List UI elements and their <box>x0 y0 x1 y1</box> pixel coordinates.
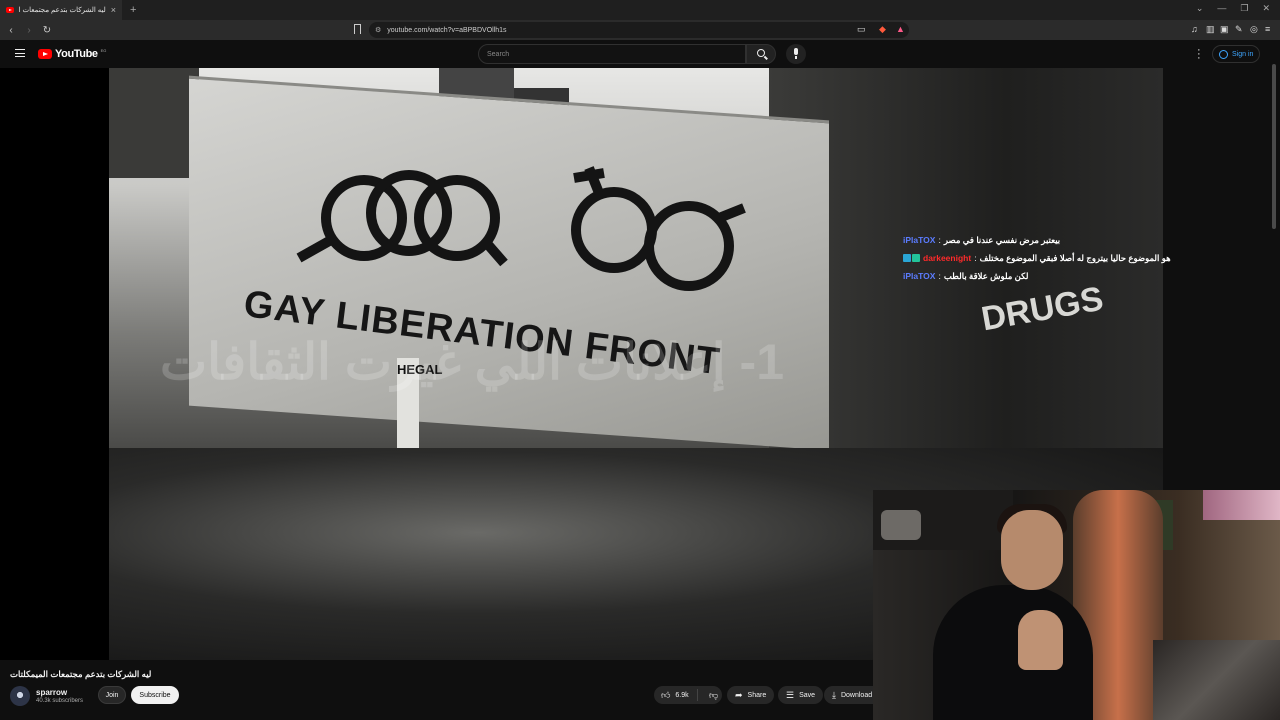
chat-overlay: iPlaTOX: بيعتبر مرض نفسي عندنا في مصر dark… <box>903 231 1273 285</box>
download-label: Download <box>840 691 873 699</box>
chat-text: هو الموضوع حاليا بيتروج له أصلا فبقي الم… <box>979 253 1171 263</box>
search-icon <box>757 49 765 57</box>
join-button[interactable]: Join <box>98 686 126 704</box>
user-icon <box>1219 49 1228 59</box>
chat-message: darkeenight: هو الموضوع حاليا بيتروج له أ… <box>903 249 1273 267</box>
voice-search-mic-icon[interactable] <box>786 44 806 64</box>
site-settings-icon[interactable]: ⚙ <box>375 26 381 34</box>
like-button[interactable]: 👍︎ 6.9k <box>654 689 698 701</box>
maximize-button[interactable]: ❐ <box>1240 3 1248 14</box>
chat-badges <box>903 254 920 262</box>
sign-in-label: Sign in <box>1232 50 1254 58</box>
hamburger-menu-icon[interactable] <box>15 49 25 57</box>
search-button[interactable] <box>746 44 776 64</box>
thumbs-up-icon: 👍︎ <box>661 689 671 700</box>
like-count: 6.9k <box>675 691 689 699</box>
subscribe-button[interactable]: Subscribe <box>131 686 179 704</box>
more-options-icon[interactable]: · · · <box>1197 45 1201 64</box>
menu-icon[interactable]: ≡ <box>1265 24 1270 34</box>
youtube-header: YouTube EG Search · · · Sign in <box>0 40 1280 68</box>
tab-list-icon[interactable]: ⌄ <box>1196 3 1204 14</box>
webcam-overlay <box>873 490 1280 720</box>
scrollbar-thumb[interactable] <box>1272 64 1276 229</box>
chat-separator: : <box>974 253 977 263</box>
browser-toolbar: ‹ › ↻ ⚙ youtube.com/watch?v=aBPBDVOllh1s… <box>0 20 1280 40</box>
chat-separator: : <box>938 235 941 245</box>
rewards-icon[interactable]: ▲ <box>896 24 905 34</box>
youtube-favicon-icon <box>6 7 14 13</box>
new-tab-button[interactable]: + <box>130 4 136 16</box>
streamer <box>933 585 1093 720</box>
vpn-icon[interactable]: ◎ <box>1250 24 1258 35</box>
dislike-button[interactable]: 👎︎ <box>703 690 718 701</box>
video-watermark: 1- إعلانات اللي غيرت الثقافات <box>160 334 785 390</box>
chat-username: iPlaTOX <box>903 271 936 281</box>
media-icon[interactable]: ♫ <box>1191 24 1198 34</box>
like-dislike-group: 👍︎ 6.9k 👎︎ <box>654 686 722 704</box>
reload-icon[interactable]: ↻ <box>40 25 54 36</box>
minimize-button[interactable]: — <box>1217 3 1226 14</box>
share-label: Share <box>747 691 767 699</box>
save-label: Save <box>799 691 816 699</box>
chat-separator: : <box>938 271 941 281</box>
download-button[interactable]: ⤓ Download <box>824 686 873 704</box>
logo-country: EG <box>100 47 107 53</box>
bookmark-icon[interactable] <box>354 24 361 34</box>
save-button[interactable]: ☰ Save <box>778 686 824 704</box>
close-window-button[interactable]: ✕ <box>1262 3 1270 14</box>
sidebar-icon[interactable]: ▥ <box>1206 24 1215 35</box>
chat-username: darkeenight <box>923 253 972 263</box>
chat-badge-icon <box>903 254 911 262</box>
video-title: ليه الشركات بتدعم مجتمعات الميمكلتات <box>10 669 152 679</box>
chat-message: iPlaTOX: بيعتبر مرض نفسي عندنا في مصر <box>903 231 1273 249</box>
download-icon: ⤓ <box>832 689 836 700</box>
url-text: youtube.com/watch?v=aBPBDVOllh1s <box>387 26 507 34</box>
chat-text: بيعتبر مرض نفسي عندنا في مصر <box>943 235 1061 245</box>
back-arrow-icon[interactable]: ‹ <box>4 25 18 36</box>
forward-arrow-icon[interactable]: › <box>22 25 36 36</box>
chat-badge-icon <box>912 254 920 262</box>
thumbs-down-icon: 👎︎ <box>709 689 719 700</box>
tab-title: ليه الشركات بتدعم مجتمعات الميس... <box>19 7 106 14</box>
channel-name[interactable]: sparrow <box>36 688 67 697</box>
extensions-icon[interactable]: ✎ <box>1235 24 1243 35</box>
wallet-icon[interactable]: ▣ <box>1220 24 1229 35</box>
brave-shield-icon[interactable]: ◆ <box>879 24 886 35</box>
tab-close-icon[interactable]: × <box>111 5 116 15</box>
youtube-play-icon <box>38 49 52 59</box>
search-input[interactable]: Search <box>478 44 746 64</box>
share-icon: ➦ <box>735 689 743 700</box>
share-button[interactable]: ➦ Share <box>727 686 775 704</box>
chat-message: iPlaTOX: لكن ملوش علاقة بالطب <box>903 267 1273 285</box>
cast-icon[interactable]: ▭ <box>857 24 866 35</box>
chat-username: iPlaTOX <box>903 235 936 245</box>
subscriber-count: 40.3k subscribers <box>36 698 84 704</box>
browser-tab-bar: ليه الشركات بتدعم مجتمعات الميس... × + ⌄… <box>0 0 1280 20</box>
browser-tab[interactable]: ليه الشركات بتدعم مجتمعات الميس... × <box>0 0 122 20</box>
logo-text: YouTube <box>55 48 98 60</box>
channel-avatar[interactable] <box>10 686 30 706</box>
save-icon: ☰ <box>786 689 795 700</box>
sign-in-button[interactable]: Sign in <box>1212 45 1261 63</box>
window-controls: ⌄ — ❐ ✕ <box>1196 3 1270 14</box>
chat-text: لكن ملوش علاقة بالطب <box>943 271 1029 281</box>
address-bar[interactable]: ⚙ youtube.com/watch?v=aBPBDVOllh1s <box>369 22 909 38</box>
youtube-logo[interactable]: YouTube EG <box>38 48 106 60</box>
